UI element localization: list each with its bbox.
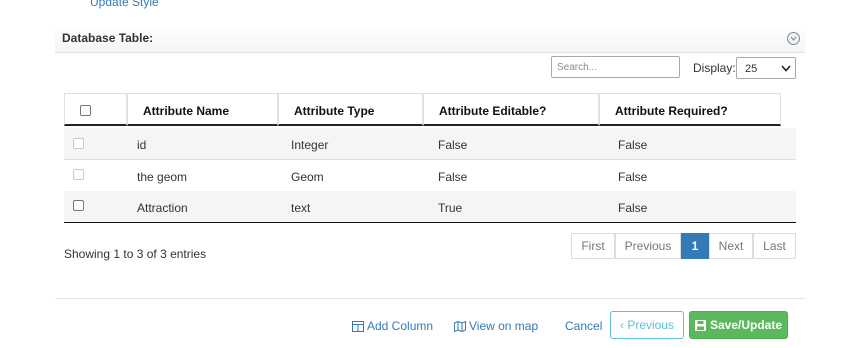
save-update-button[interactable]: Save/Update [689, 311, 788, 339]
row-checkbox[interactable] [73, 138, 84, 149]
chevron-down-icon [781, 65, 791, 72]
cell-attribute-required: False [618, 138, 648, 152]
cancel-link[interactable]: Cancel [565, 319, 602, 333]
column-header-attribute-name[interactable]: Attribute Name [127, 93, 278, 126]
display-select[interactable]: 25 [736, 57, 796, 79]
row-checkbox[interactable] [73, 200, 84, 211]
column-header-attribute-required[interactable]: Attribute Required? [599, 93, 781, 126]
map-icon [454, 320, 466, 333]
section-title: Database Table: [62, 31, 154, 45]
cell-attribute-name: Attraction [137, 201, 188, 215]
cell-attribute-editable: True [438, 201, 463, 215]
display-label: Display: [693, 61, 736, 75]
table-row: Attraction text True False [64, 191, 796, 223]
table-info: Showing 1 to 3 of 3 entries [64, 247, 207, 261]
search-input[interactable] [551, 56, 680, 78]
footer-divider [55, 298, 805, 299]
cell-attribute-type: text [291, 201, 311, 215]
view-on-map-label: View on map [469, 319, 539, 333]
cell-attribute-editable: False [438, 138, 468, 152]
page-first-button[interactable]: First [571, 233, 615, 259]
add-column-link[interactable]: Add Column [352, 319, 433, 333]
page-previous-button[interactable]: Previous [615, 233, 681, 259]
page-1-button[interactable]: 1 [681, 233, 709, 259]
table-row: the geom Geom False False [64, 160, 796, 192]
previous-button-label: Previous [627, 318, 675, 332]
display-value: 25 [745, 63, 758, 75]
cell-attribute-required: False [618, 201, 648, 215]
cell-attribute-editable: False [438, 170, 468, 184]
page-last-button[interactable]: Last [753, 233, 796, 259]
select-all-header [64, 93, 127, 126]
page-next-button[interactable]: Next [709, 233, 753, 259]
cell-attribute-type: Geom [291, 170, 324, 184]
update-style-link[interactable]: Update Style [90, 0, 159, 9]
cell-attribute-required: False [618, 170, 648, 184]
table-row: id Integer False False [64, 128, 796, 160]
row-checkbox[interactable] [73, 169, 84, 180]
collapse-icon[interactable] [787, 32, 800, 45]
table-icon [352, 321, 364, 332]
cell-attribute-name: id [137, 138, 147, 152]
view-on-map-link[interactable]: View on map [454, 319, 538, 333]
column-header-attribute-type[interactable]: Attribute Type [278, 93, 423, 126]
save-icon [694, 320, 706, 331]
save-button-label: Save/Update [709, 318, 783, 332]
previous-button[interactable]: ‹ Previous [610, 311, 684, 339]
database-table-header: Database Table: [55, 26, 805, 53]
column-header-attribute-editable[interactable]: Attribute Editable? [423, 93, 599, 126]
select-all-checkbox[interactable] [80, 105, 91, 116]
add-column-label: Add Column [367, 319, 434, 333]
cell-attribute-name: the geom [137, 170, 188, 184]
cell-attribute-type: Integer [291, 138, 329, 152]
